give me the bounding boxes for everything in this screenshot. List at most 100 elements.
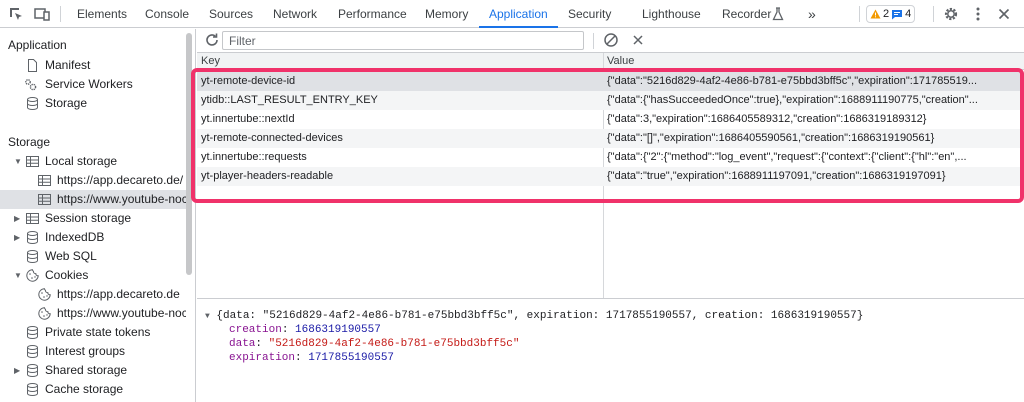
sidebar-item-indexeddb[interactable]: ▶ IndexedDB [0,228,186,247]
sidebar-item-label: https://app.decareto.de/ [57,173,184,187]
sidebar-item-local-storage-youtube[interactable]: https://www.youtube-noc [0,190,186,209]
application-section-header: Application [8,38,67,52]
database-icon [27,97,38,110]
preview-summary-line[interactable]: ▼ {data: "5216d829-4af2-4e86-b781-e75bbd… [205,310,863,322]
devtools-tab-bar: Elements Console Sources Network Perform… [0,0,1024,28]
warnings-count: 2 [883,8,890,20]
database-icon [27,231,38,244]
cell-value: {"data":3,"expiration":1686405589312,"cr… [607,113,927,125]
filter-input[interactable] [222,31,584,50]
sidebar-item-cache-storage[interactable]: Cache storage [0,380,186,399]
table-row[interactable]: ytidb::LAST_RESULT_ENTRY_KEY {"data":{"h… [197,91,1024,110]
more-tabs-chevron-icon[interactable]: » [808,0,816,28]
tab-performance[interactable]: Performance [338,0,407,28]
warnings-badge[interactable]: 2 4 [866,5,916,23]
preview-property: creation: 1686319190557 [229,324,381,336]
cell-value: {"data":"true","expiration":168891119709… [607,170,946,182]
tab-elements[interactable]: Elements [77,0,127,28]
sidebar-item-label: https://www.youtube-noc [57,192,186,206]
cell-key: ytidb::LAST_RESULT_ENTRY_KEY [201,94,378,106]
property-key: expiration [229,352,296,364]
sidebar-item-label: Session storage [45,211,132,225]
table-row[interactable]: yt.innertube::requests {"data":{"2":{"me… [197,148,1024,167]
tab-memory[interactable]: Memory [425,0,468,28]
sidebar-item-local-storage-decareto[interactable]: https://app.decareto.de/ [0,171,186,190]
sidebar-scrollbar[interactable] [186,33,192,275]
column-header-key[interactable]: Key [201,53,220,70]
close-devtools-icon[interactable] [996,6,1012,22]
tab-security[interactable]: Security [568,0,611,28]
cookie-icon [38,307,51,320]
sidebar-item-label: Web SQL [45,249,97,263]
sidebar-item-manifest[interactable]: Manifest [0,56,186,75]
collapsed-triangle-icon[interactable]: ▶ [14,228,20,247]
messages-count: 4 [905,8,912,20]
sidebar-item-session-storage[interactable]: ▶ Session storage [0,209,186,228]
sidebar-item-label: https://www.youtube-noc [57,306,186,320]
toolbar-divider [859,6,860,22]
expanded-triangle-icon[interactable]: ▼ [14,266,22,285]
tab-application[interactable]: Application [479,0,558,28]
collapsed-triangle-icon[interactable]: ▶ [14,361,20,380]
property-key: creation [229,324,282,336]
grid-header: Key Value [197,53,1024,70]
sidebar-item-label: Manifest [45,58,91,72]
table-grid-icon [38,194,51,205]
sidebar-item-local-storage[interactable]: ▼ Local storage [0,152,186,171]
tab-network[interactable]: Network [273,0,317,28]
sidebar-item-label: Storage [45,96,88,110]
storage-toolbar [197,29,1024,53]
sidebar-item-shared-storage[interactable]: ▶ Shared storage [0,361,186,380]
table-row[interactable]: yt.innertube::nextId {"data":3,"expirati… [197,110,1024,129]
sidebar-item-label: Shared storage [45,363,128,377]
toolbar-divider [933,6,934,22]
inspect-element-icon[interactable] [8,6,24,22]
message-icon [892,9,903,19]
column-header-value[interactable]: Value [607,53,634,70]
sidebar-item-service-workers[interactable]: Service Workers [0,75,186,94]
refresh-icon[interactable] [204,32,220,51]
cell-key: yt-remote-connected-devices [201,132,343,144]
storage-data-grid: Key Value yt-remote-device-id {"data":"5… [197,53,1024,299]
table-grid-icon [38,175,51,186]
cell-key: yt-remote-device-id [201,75,296,87]
database-icon [27,250,38,263]
sidebar-item-private-state-tokens[interactable]: Private state tokens [0,323,186,342]
cell-value: {"data":"5216d829-4af2-4e86-b781-e75bbd3… [607,75,978,87]
sidebar-item-cookies[interactable]: ▼ Cookies [0,266,186,285]
tab-lighthouse[interactable]: Lighthouse [642,0,701,28]
tab-recorder[interactable]: Recorder [722,0,771,28]
table-grid-icon [26,156,39,167]
more-options-kebab-icon[interactable] [970,6,986,22]
clear-all-icon[interactable] [603,32,619,51]
preview-property: data: "5216d829-4af2-4e86-b781-e75bbd3bf… [229,338,520,350]
table-row[interactable]: yt-player-headers-readable {"data":"true… [197,167,1024,186]
database-icon [27,383,38,396]
settings-gear-icon[interactable] [943,6,959,22]
value-preview-pane: ▼ {data: "5216d829-4af2-4e86-b781-e75bbd… [197,300,1024,402]
table-row[interactable]: yt-remote-connected-devices {"data":"[]"… [197,129,1024,148]
sidebar-item-storage-overview[interactable]: Storage [0,94,186,113]
sidebar-item-cookies-youtube[interactable]: https://www.youtube-noc [0,304,186,323]
expanded-triangle-icon[interactable]: ▼ [205,312,210,321]
device-toolbar-icon[interactable] [34,6,50,22]
sidebar-item-label: Service Workers [45,77,133,91]
preview-property: expiration: 1717855190557 [229,352,395,364]
sidebar-item-label: IndexedDB [45,230,105,244]
tab-console[interactable]: Console [145,0,189,28]
table-row[interactable]: yt-remote-device-id {"data":"5216d829-4a… [197,72,1024,91]
property-key: data [229,338,256,350]
cookie-icon [38,288,51,301]
expanded-triangle-icon[interactable]: ▼ [14,152,22,171]
collapsed-triangle-icon[interactable]: ▶ [14,209,20,228]
sidebar-item-cookies-decareto[interactable]: https://app.decareto.de [0,285,186,304]
flask-icon [772,7,788,23]
tab-sources[interactable]: Sources [209,0,253,28]
delete-selected-icon[interactable] [630,32,646,51]
sidebar-item-web-sql[interactable]: Web SQL [0,247,186,266]
cookie-icon [26,269,39,282]
sidebar-item-interest-groups[interactable]: Interest groups [0,342,186,361]
database-icon [27,364,38,377]
preview-summary: {data: "5216d829-4af2-4e86-b781-e75bbd3b… [216,310,864,322]
table-grid-icon [26,213,39,224]
